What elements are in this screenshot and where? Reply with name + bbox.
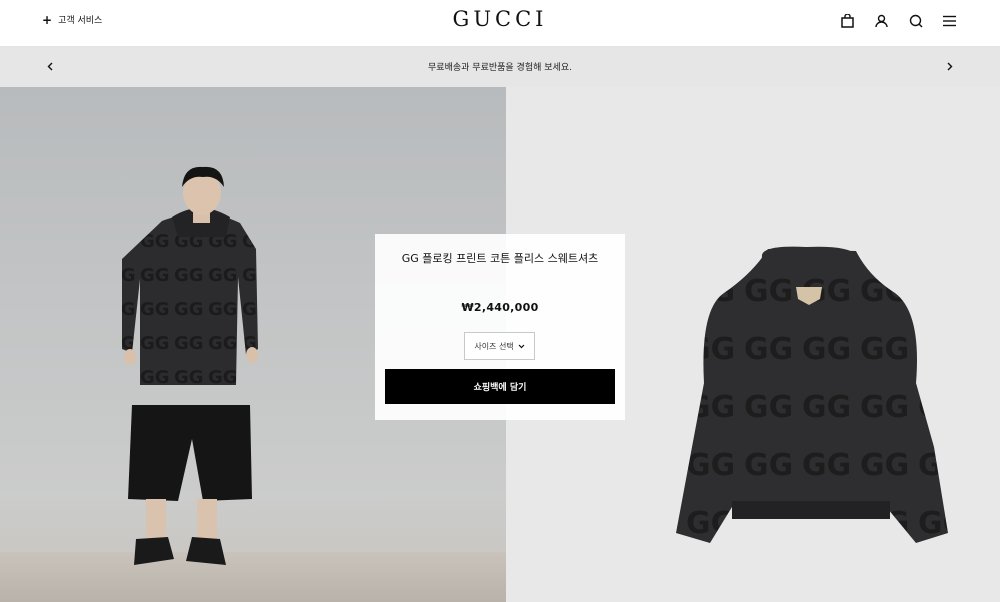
promo-banner: 무료배송과 무료반품을 경험해 보세요. — [0, 47, 1000, 87]
add-to-cart-button[interactable]: 쇼핑백에 담기 — [385, 369, 615, 404]
menu-icon[interactable] — [941, 12, 958, 29]
promo-text[interactable]: 무료배송과 무료반품을 경험해 보세요. — [0, 60, 1000, 73]
user-icon[interactable] — [873, 12, 890, 29]
product-name[interactable]: GG 플로킹 프린트 코튼 플리스 스웨트셔츠 — [395, 250, 605, 267]
product-card: GG 플로킹 프린트 코튼 플리스 스웨트셔츠 ₩2,440,000 사이즈 선… — [375, 234, 625, 420]
promo-next-arrow[interactable] — [943, 59, 957, 73]
chevron-down-icon — [518, 344, 525, 348]
header-icons — [839, 12, 958, 29]
site-header: + 고객 서비스 GUCCI — [0, 0, 1000, 47]
product-price: ₩2,440,000 — [461, 301, 539, 314]
shopping-bag-icon[interactable] — [839, 12, 856, 29]
size-select-label: 사이즈 선택 — [474, 341, 514, 351]
search-icon[interactable] — [907, 12, 924, 29]
size-select[interactable]: 사이즈 선택 — [464, 332, 535, 360]
